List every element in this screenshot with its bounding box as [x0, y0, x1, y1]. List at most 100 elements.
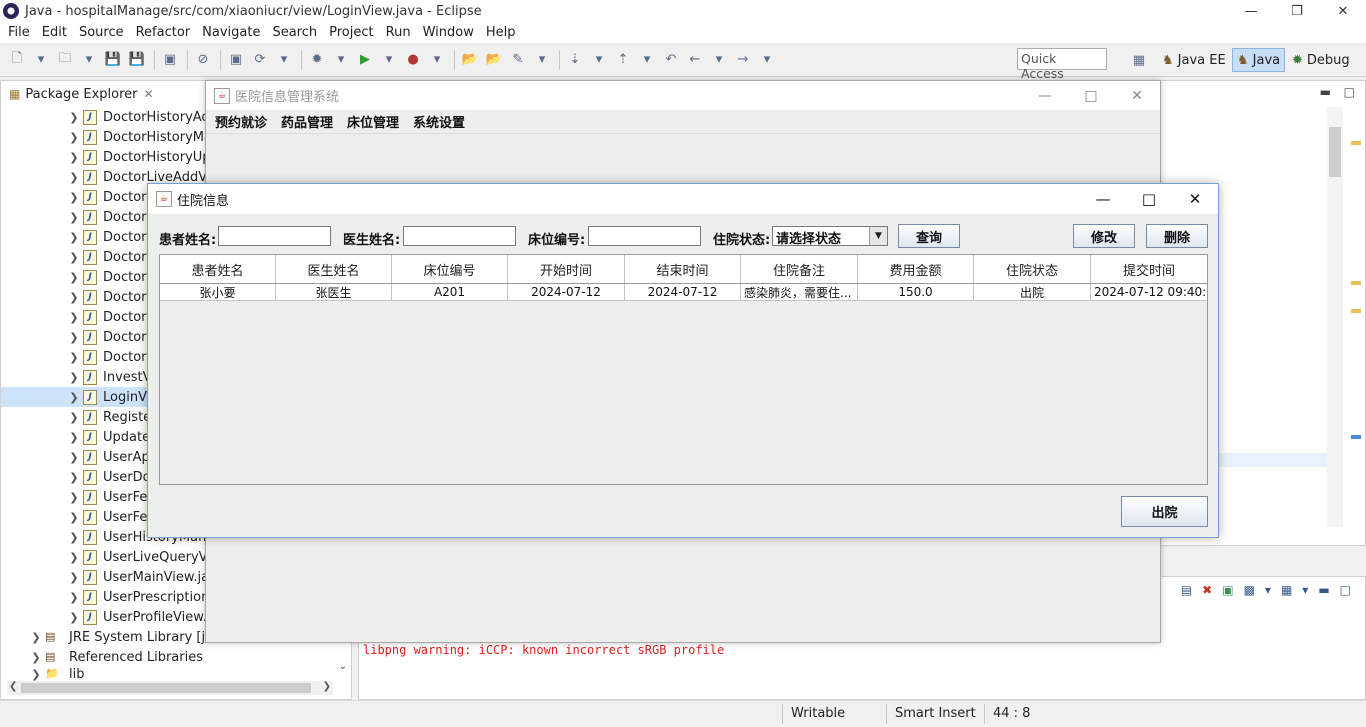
menu-bed[interactable]: 床位管理 — [340, 112, 406, 131]
dropdown-arrow-icon[interactable]: ▾ — [78, 49, 100, 71]
edit-button[interactable]: 修改 — [1073, 224, 1135, 248]
pin-console-icon[interactable]: ▣ — [1222, 583, 1233, 597]
skip-breakpoints-icon[interactable]: ⊘ — [192, 49, 214, 71]
menu-file[interactable]: File — [2, 25, 36, 40]
scroll-down-arrow-icon[interactable]: ⌄ — [339, 661, 347, 672]
scrollbar-thumb[interactable] — [1329, 127, 1341, 177]
expand-arrow-icon[interactable]: ❯ — [67, 471, 81, 484]
open-folder-icon[interactable]: 📂 — [483, 49, 505, 71]
minimize-icon[interactable]: — — [1022, 81, 1068, 110]
expand-arrow-icon[interactable]: ❯ — [67, 531, 81, 544]
horizontal-scrollbar[interactable]: ❮ ❯ — [7, 681, 333, 695]
table-cell[interactable]: 出院 — [974, 284, 1091, 300]
delete-button[interactable]: 删除 — [1146, 224, 1208, 248]
tree-item-lib-folder[interactable]: ❯ 📁 lib — [1, 667, 341, 681]
status-select[interactable]: 请选择状态 ▼ — [772, 226, 888, 247]
expand-arrow-icon[interactable]: ❯ — [67, 151, 81, 164]
quick-access-input[interactable]: Quick Access — [1017, 48, 1107, 81]
table-cell[interactable]: 感染肺炎，需要住... — [741, 284, 858, 300]
display-console-icon[interactable]: ▩ — [1244, 583, 1255, 597]
debug-icon[interactable]: ✹ — [306, 49, 328, 71]
menu-run[interactable]: Run — [380, 25, 417, 40]
scroll-left-icon[interactable]: ❮ — [9, 681, 17, 692]
tree-item-referenced-libraries[interactable]: ❯ ▤ Referenced Libraries — [1, 647, 341, 667]
close-icon[interactable]: ✕ — [1320, 0, 1366, 22]
scrollbar-thumb[interactable] — [21, 683, 311, 693]
table-row[interactable]: 张小要 张医生 A201 2024-07-12 2024-07-12 感染肺炎，… — [160, 284, 1207, 301]
dropdown-arrow-icon[interactable]: ▾ — [273, 49, 295, 71]
column-header[interactable]: 医生姓名 — [276, 255, 392, 283]
pencil-icon[interactable]: ✎ — [507, 49, 529, 71]
expand-arrow-icon[interactable]: ❯ — [67, 611, 81, 624]
maximize-icon[interactable]: □ — [1126, 184, 1172, 214]
scroll-right-icon[interactable]: ❯ — [323, 681, 331, 692]
column-header[interactable]: 费用金额 — [858, 255, 974, 283]
warning-marker-icon[interactable] — [1351, 141, 1361, 145]
package-icon[interactable]: ▣ — [225, 49, 247, 71]
expand-arrow-icon[interactable]: ❯ — [67, 551, 81, 564]
expand-arrow-icon[interactable]: ❯ — [67, 371, 81, 384]
expand-arrow-icon[interactable]: ❯ — [67, 411, 81, 424]
menu-search[interactable]: Search — [266, 25, 323, 40]
expand-arrow-icon[interactable]: ❯ — [67, 391, 81, 404]
menu-source[interactable]: Source — [73, 25, 130, 40]
dropdown-arrow-icon[interactable]: ▾ — [378, 49, 400, 71]
expand-arrow-icon[interactable]: ❯ — [67, 111, 81, 124]
menu-refactor[interactable]: Refactor — [130, 25, 197, 40]
back-arrow-icon[interactable]: ← — [684, 49, 706, 71]
new-project-icon[interactable]: 🗀 — [54, 49, 76, 71]
expand-arrow-icon[interactable]: ❯ — [29, 668, 43, 681]
expand-arrow-icon[interactable]: ❯ — [29, 651, 43, 664]
column-header[interactable]: 住院状态 — [974, 255, 1091, 283]
dropdown-arrow-icon[interactable]: ▾ — [756, 49, 778, 71]
patient-name-input[interactable] — [218, 226, 331, 246]
dropdown-arrow-icon[interactable]: ▾ — [30, 49, 52, 71]
table-cell[interactable]: 张小要 — [160, 284, 276, 300]
expand-arrow-icon[interactable]: ❯ — [67, 511, 81, 524]
table-cell[interactable]: 150.0 — [858, 284, 974, 300]
menu-project[interactable]: Project — [323, 25, 379, 40]
column-header[interactable]: 结束时间 — [625, 255, 741, 283]
expand-arrow-icon[interactable]: ❯ — [67, 171, 81, 184]
save-all-icon[interactable]: 💾 — [126, 49, 148, 71]
expand-arrow-icon[interactable]: ❯ — [67, 211, 81, 224]
column-header[interactable]: 提交时间 — [1091, 255, 1207, 283]
table-cell[interactable]: 张医生 — [276, 284, 392, 300]
package-explorer-tab[interactable]: ▦ Package Explorer ✕ — [5, 82, 158, 106]
dropdown-arrow-icon[interactable]: ▾ — [708, 49, 730, 71]
discharge-button[interactable]: 出院 — [1121, 496, 1208, 527]
close-tab-icon[interactable]: ✕ — [144, 87, 154, 101]
expand-arrow-icon[interactable]: ❯ — [67, 431, 81, 444]
minimize-view-icon[interactable]: ▬ — [1320, 85, 1331, 99]
expand-arrow-icon[interactable]: ❯ — [67, 571, 81, 584]
expand-arrow-icon[interactable]: ❯ — [29, 631, 43, 644]
expand-arrow-icon[interactable]: ❯ — [67, 191, 81, 204]
expand-arrow-icon[interactable]: ❯ — [67, 311, 81, 324]
dropdown-arrow-icon[interactable]: ▾ — [330, 49, 352, 71]
open-console-icon[interactable]: ▦ — [1281, 583, 1292, 597]
dropdown-arrow-icon[interactable]: ▾ — [426, 49, 448, 71]
menu-window[interactable]: Window — [417, 25, 480, 40]
query-button[interactable]: 查询 — [898, 224, 960, 248]
occurrence-marker-icon[interactable] — [1351, 435, 1361, 439]
warning-marker-icon[interactable] — [1351, 309, 1361, 313]
minimize-view-icon[interactable]: ▬ — [1318, 583, 1329, 597]
last-edit-icon[interactable]: ↶ — [660, 49, 682, 71]
column-header[interactable]: 患者姓名 — [160, 255, 276, 283]
menu-edit[interactable]: Edit — [36, 25, 73, 40]
dropdown-arrow-icon[interactable]: ▾ — [1265, 583, 1271, 597]
maximize-view-icon[interactable]: □ — [1344, 85, 1355, 99]
editor-vertical-scrollbar[interactable] — [1327, 107, 1343, 527]
menu-navigate[interactable]: Navigate — [196, 25, 266, 40]
expand-arrow-icon[interactable]: ❯ — [67, 131, 81, 144]
perspective-java[interactable]: ♞ Java — [1232, 48, 1286, 72]
prev-annotation-icon[interactable]: ⇡ — [612, 49, 634, 71]
open-perspective-icon[interactable]: ▦ — [1128, 49, 1150, 71]
minimize-icon[interactable]: — — [1080, 184, 1126, 214]
expand-arrow-icon[interactable]: ❯ — [67, 271, 81, 284]
menu-appointment[interactable]: 预约就诊 — [208, 112, 274, 131]
menu-settings[interactable]: 系统设置 — [406, 112, 472, 131]
close-icon[interactable]: ✕ — [1114, 81, 1160, 110]
column-header[interactable]: 开始时间 — [508, 255, 625, 283]
warning-marker-icon[interactable] — [1351, 281, 1361, 285]
